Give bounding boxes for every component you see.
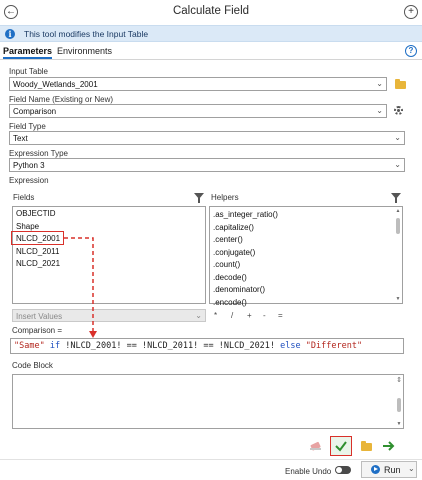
- expression-token: if: [49, 341, 61, 351]
- code-block-input[interactable]: ⇕ ▼: [12, 374, 404, 429]
- expression-target-label: Comparison =: [12, 326, 63, 335]
- expression-token: !NLCD_2001! == !NLCD_2011! == !NLCD_2021…: [65, 341, 276, 351]
- enable-undo-toggle[interactable]: [335, 466, 351, 474]
- play-icon: [371, 465, 380, 474]
- footer-divider: [0, 459, 422, 460]
- checkmark-icon: [335, 441, 347, 452]
- code-block-label: Code Block: [12, 361, 53, 370]
- chevron-down-icon[interactable]: ⌄: [408, 464, 415, 473]
- expression-token: "Same": [14, 341, 45, 351]
- enable-undo-label: Enable Undo: [285, 467, 332, 476]
- run-button[interactable]: Run ⌄: [361, 461, 417, 478]
- expression-token: "Different": [305, 341, 363, 351]
- open-icon[interactable]: [361, 441, 372, 451]
- expression-token: else: [280, 341, 301, 351]
- code-block-scrollbar[interactable]: ⇕ ▼: [396, 376, 402, 427]
- run-label: Run: [384, 465, 401, 475]
- verify-button[interactable]: [330, 436, 352, 456]
- clear-icon[interactable]: [309, 440, 323, 452]
- expand-icon[interactable]: ⇕: [396, 377, 402, 384]
- arrow-right-icon[interactable]: [382, 440, 396, 452]
- scroll-thumb[interactable]: [397, 398, 401, 412]
- expression-input[interactable]: "Same" if !NLCD_2001! == !NLCD_2011! == …: [10, 338, 404, 354]
- scroll-down-icon[interactable]: ▼: [396, 421, 402, 427]
